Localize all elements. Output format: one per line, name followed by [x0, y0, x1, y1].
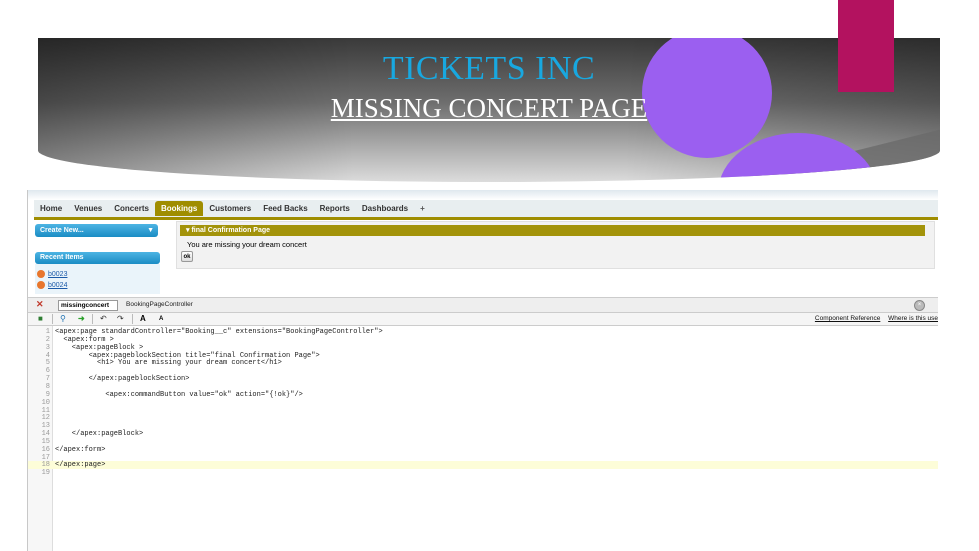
line-number: 1 — [45, 328, 50, 336]
code-line[interactable]: 5 <h1> You are missing your dream concer… — [28, 359, 938, 367]
booking-record-icon — [37, 281, 45, 289]
editor-toolbar: ■ ⚲ ➜ ↶ ↷ A A Component Reference Where … — [28, 313, 938, 326]
app-screenshot: Home Venues Concerts Bookings Customers … — [27, 190, 938, 551]
toolbar-divider — [132, 314, 133, 324]
recent-items-heading: Recent Items — [35, 252, 160, 264]
code-line[interactable]: 13 — [28, 422, 938, 430]
code-line[interactable]: 15 — [28, 438, 938, 446]
tab-venues[interactable]: Venues — [68, 201, 108, 216]
line-number: 9 — [45, 390, 50, 399]
recent-items-list — [35, 264, 160, 294]
tab-bar: Home Venues Concerts Bookings Customers … — [34, 200, 938, 220]
tab-bookings[interactable]: Bookings — [154, 201, 204, 216]
code-line[interactable]: 17 — [28, 454, 938, 462]
dev-footer-bar: ✕ missingconcert BookingPageController × — [28, 297, 938, 313]
code-text: </apex:pageblockSection> — [55, 375, 190, 384]
line-number: 19 — [41, 469, 50, 478]
line-number: 6 — [45, 367, 50, 376]
section-header[interactable]: ▾ final Confirmation Page — [180, 225, 925, 236]
create-new-button[interactable]: Create New... ▼ — [35, 224, 158, 237]
tab-home[interactable]: Home — [34, 201, 68, 216]
line-number: 8 — [45, 382, 50, 391]
app-top-strip — [28, 190, 938, 200]
line-number: 18 — [41, 461, 50, 470]
code-text: <apex:pageBlock > — [55, 343, 144, 352]
redo-icon[interactable]: ↷ — [117, 314, 124, 324]
font-decrease-icon[interactable]: A — [159, 314, 163, 324]
line-number: 12 — [41, 414, 50, 423]
go-to-line-icon[interactable]: ➜ — [78, 314, 85, 324]
tab-customers[interactable]: Customers — [203, 201, 257, 216]
code-text: <apex:form > — [55, 335, 114, 344]
line-number: 17 — [41, 453, 50, 462]
line-number: 5 — [45, 359, 50, 368]
close-icon[interactable]: × — [914, 300, 925, 311]
code-line[interactable]: 9 <apex:commandButton value="ok" action=… — [28, 391, 938, 399]
code-line[interactable]: 11 — [28, 407, 938, 415]
code-line[interactable]: 14 </apex:pageBlock> — [28, 430, 938, 438]
tab-feed-backs[interactable]: Feed Backs — [257, 201, 313, 216]
tab-add-plus[interactable]: + — [414, 201, 431, 216]
code-editor[interactable]: 1 <apex:page standardController="Booking_… — [28, 326, 938, 551]
line-number: 11 — [41, 406, 50, 415]
code-line[interactable]: 16 </apex:form> — [28, 446, 938, 454]
controller-tab[interactable]: BookingPageController — [126, 301, 193, 308]
code-line[interactable]: 4 <apex:pageblockSection title="final Co… — [28, 352, 938, 360]
section-title: final Confirmation Page — [191, 227, 271, 234]
dev-mode-icon[interactable]: ✕ — [36, 299, 44, 310]
code-line[interactable]: 7 </apex:pageblockSection> — [28, 375, 938, 383]
code-line[interactable]: 2 <apex:form > — [28, 336, 938, 344]
undo-icon[interactable]: ↶ — [100, 314, 107, 324]
code-line[interactable]: 10 — [28, 399, 938, 407]
recent-item[interactable]: b0024 — [37, 281, 67, 289]
code-line[interactable]: 12 — [28, 414, 938, 422]
code-line[interactable]: 6 — [28, 367, 938, 375]
tab-reports[interactable]: Reports — [314, 201, 356, 216]
line-number: 10 — [41, 398, 50, 407]
search-icon[interactable]: ⚲ — [60, 314, 66, 324]
toolbar-links: Component Reference Where is this use — [809, 315, 938, 322]
page-message: You are missing your dream concert — [187, 240, 307, 249]
save-icon[interactable]: ■ — [38, 314, 43, 324]
code-line[interactable]: 3 <apex:pageBlock > — [28, 344, 938, 352]
recent-item[interactable]: b0023 — [37, 270, 67, 278]
line-number: 2 — [45, 335, 50, 344]
code-line[interactable]: 1 <apex:page standardController="Booking_… — [28, 328, 938, 336]
toolbar-divider — [52, 314, 53, 324]
tab-dashboards[interactable]: Dashboards — [356, 201, 414, 216]
slide-subtitle: MISSING CONCERT PAGE — [330, 93, 648, 123]
line-number: 14 — [41, 430, 50, 439]
line-number: 4 — [45, 351, 50, 360]
booking-record-icon — [37, 270, 45, 278]
line-number: 3 — [45, 343, 50, 352]
page-name-tab[interactable]: missingconcert — [58, 300, 118, 311]
ok-button[interactable]: ok — [181, 251, 193, 262]
line-number: 16 — [41, 445, 50, 454]
font-increase-icon[interactable]: A — [140, 314, 146, 324]
code-text: </apex:page> — [55, 461, 106, 470]
code-text: <h1> You are missing your dream concert<… — [55, 359, 282, 368]
toolbar-divider — [92, 314, 93, 324]
code-text: </apex:pageBlock> — [55, 430, 144, 439]
recent-item-label: b0024 — [48, 281, 68, 289]
tab-concerts[interactable]: Concerts — [108, 201, 155, 216]
component-reference-link[interactable]: Component Reference — [815, 315, 880, 322]
recent-item-label: b0023 — [48, 270, 68, 278]
where-used-link[interactable]: Where is this use — [888, 315, 938, 322]
line-number: 15 — [41, 437, 50, 446]
slide-title: TICKETS INC — [382, 50, 596, 87]
line-number: 13 — [41, 422, 50, 431]
code-text: <apex:pageblockSection title="final Conf… — [55, 351, 320, 360]
code-line[interactable]: 19 — [28, 469, 938, 477]
line-number: 7 — [45, 375, 50, 384]
code-text: </apex:form> — [55, 445, 106, 454]
chevron-down-icon: ▼ — [147, 227, 154, 234]
code-text: <apex:page standardController="Booking__… — [55, 328, 383, 336]
create-new-label: Create New... — [40, 227, 84, 234]
code-line[interactable]: 18 </apex:page> — [28, 461, 938, 470]
code-text: <apex:commandButton value="ok" action="{… — [55, 390, 303, 399]
code-line[interactable]: 8 — [28, 383, 938, 391]
